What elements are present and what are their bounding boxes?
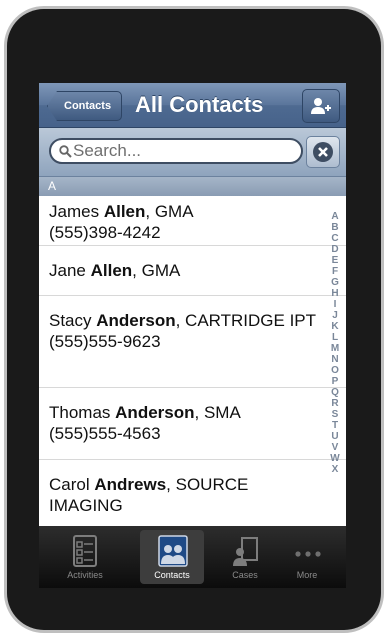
person-add-icon xyxy=(311,98,331,114)
phone-number: (555)398-4242 xyxy=(49,223,161,242)
index-letter[interactable]: G xyxy=(331,277,339,288)
back-button[interactable]: Contacts xyxy=(47,91,123,121)
phone-frame: Contacts All Contacts Search... A James … xyxy=(4,6,384,633)
index-letter[interactable]: B xyxy=(331,222,338,233)
index-letter[interactable]: P xyxy=(332,376,339,387)
contacts-icon xyxy=(158,535,188,567)
index-letter[interactable]: M xyxy=(331,343,339,354)
index-letter[interactable]: X xyxy=(332,464,339,475)
index-letter[interactable]: C xyxy=(331,233,338,244)
tab-bar: Activities Contacts Cases More xyxy=(39,526,346,588)
index-letter[interactable]: K xyxy=(331,321,338,332)
first-name: Jane xyxy=(49,261,86,280)
index-letter[interactable]: V xyxy=(332,442,339,453)
page-title: All Contacts xyxy=(135,92,264,117)
more-icon xyxy=(295,551,321,557)
index-letter[interactable]: A xyxy=(331,211,338,222)
search-input[interactable] xyxy=(73,140,293,162)
index-letter[interactable]: D xyxy=(331,244,338,255)
company: , GMA xyxy=(145,202,194,221)
activities-icon xyxy=(73,535,97,567)
index-letter[interactable]: Q xyxy=(331,387,339,398)
index-letter[interactable]: S xyxy=(332,409,339,420)
search-bar xyxy=(39,128,346,177)
tab-more[interactable]: More xyxy=(275,530,339,584)
index-letter[interactable]: W xyxy=(330,453,339,464)
tab-label: More xyxy=(296,570,318,580)
first-name: Stacy xyxy=(49,311,92,330)
contact-row[interactable]: Thomas Anderson, SMA (555)555-4563 xyxy=(39,388,346,460)
last-name: Allen xyxy=(103,202,146,221)
tab-label: Activities xyxy=(67,570,103,580)
index-letter[interactable]: U xyxy=(331,431,338,442)
add-contact-button[interactable] xyxy=(302,89,340,123)
app-screen: Contacts All Contacts Search... A James … xyxy=(39,83,346,588)
tab-activities[interactable]: Activities xyxy=(53,530,117,584)
contact-list: James Allen, GMA (555)398-4242 Jane Alle… xyxy=(39,196,346,530)
first-name: Carol xyxy=(49,475,90,494)
last-name: Anderson xyxy=(115,403,195,422)
search-icon xyxy=(59,145,72,158)
company: , CARTRIDGE IPT xyxy=(175,311,317,330)
phone-number: (555)555-4563 xyxy=(49,424,161,443)
company: , SMA xyxy=(194,403,241,422)
contact-row[interactable]: Stacy Anderson, CARTRIDGE IPT (555)555-9… xyxy=(39,296,346,388)
tab-label: Cases xyxy=(232,570,258,580)
cases-icon xyxy=(233,537,258,566)
first-name: Thomas xyxy=(49,403,111,422)
tab-label: Contacts xyxy=(154,570,190,580)
section-header: A xyxy=(39,177,346,196)
index-letter[interactable]: F xyxy=(332,266,338,277)
index-letter[interactable]: T xyxy=(332,420,338,431)
index-letter[interactable]: L xyxy=(332,332,338,343)
phone-bezel: Contacts All Contacts Search... A James … xyxy=(7,9,381,630)
contact-row[interactable]: James Allen, GMA (555)398-4242 xyxy=(39,196,346,246)
index-letter[interactable]: I xyxy=(334,299,337,310)
first-name: James xyxy=(49,202,100,221)
alphabet-index[interactable]: A B C D E F G H I J K L M N O P Q R S T xyxy=(328,211,342,475)
tab-cases[interactable]: Cases xyxy=(213,530,277,584)
search-field[interactable] xyxy=(49,138,303,164)
index-letter[interactable]: H xyxy=(331,288,338,299)
company: , GMA xyxy=(132,261,181,280)
contact-row[interactable]: Carol Andrews, SOURCE IMAGING xyxy=(39,460,346,530)
last-name: Anderson xyxy=(96,311,176,330)
index-letter[interactable]: J xyxy=(332,310,338,321)
navigation-bar: Contacts All Contacts xyxy=(39,83,346,128)
index-letter[interactable]: N xyxy=(331,354,338,365)
index-letter[interactable]: O xyxy=(331,365,339,376)
last-name: Allen xyxy=(90,261,133,280)
index-letter[interactable]: R xyxy=(331,398,338,409)
index-letter[interactable]: E xyxy=(332,255,339,266)
last-name: Andrews xyxy=(94,475,167,494)
clear-icon xyxy=(313,142,333,162)
phone-number: (555)555-9623 xyxy=(49,332,161,351)
contact-row[interactable]: Jane Allen, GMA xyxy=(39,246,346,296)
clear-search-button[interactable] xyxy=(306,136,340,168)
tab-contacts[interactable]: Contacts xyxy=(140,530,204,584)
